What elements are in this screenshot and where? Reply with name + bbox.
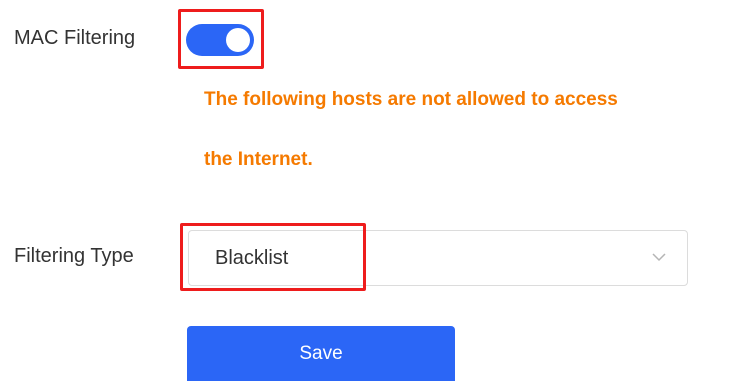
warning-text-line2: the Internet. [204,149,313,170]
filtering-type-value: Blacklist [215,247,289,269]
filtering-type-select[interactable]: Blacklist [188,230,688,286]
warning-text-line1: The following hosts are not allowed to a… [204,89,618,110]
toggle-knob [226,28,250,52]
filtering-type-label: Filtering Type [14,245,134,267]
mac-filtering-toggle[interactable] [186,24,254,56]
chevron-down-icon [652,253,666,262]
mac-filtering-label: MAC Filtering [14,27,136,49]
save-button[interactable]: Save [187,326,455,381]
mac-filter-settings: MAC Filtering The following hosts are no… [0,0,743,381]
